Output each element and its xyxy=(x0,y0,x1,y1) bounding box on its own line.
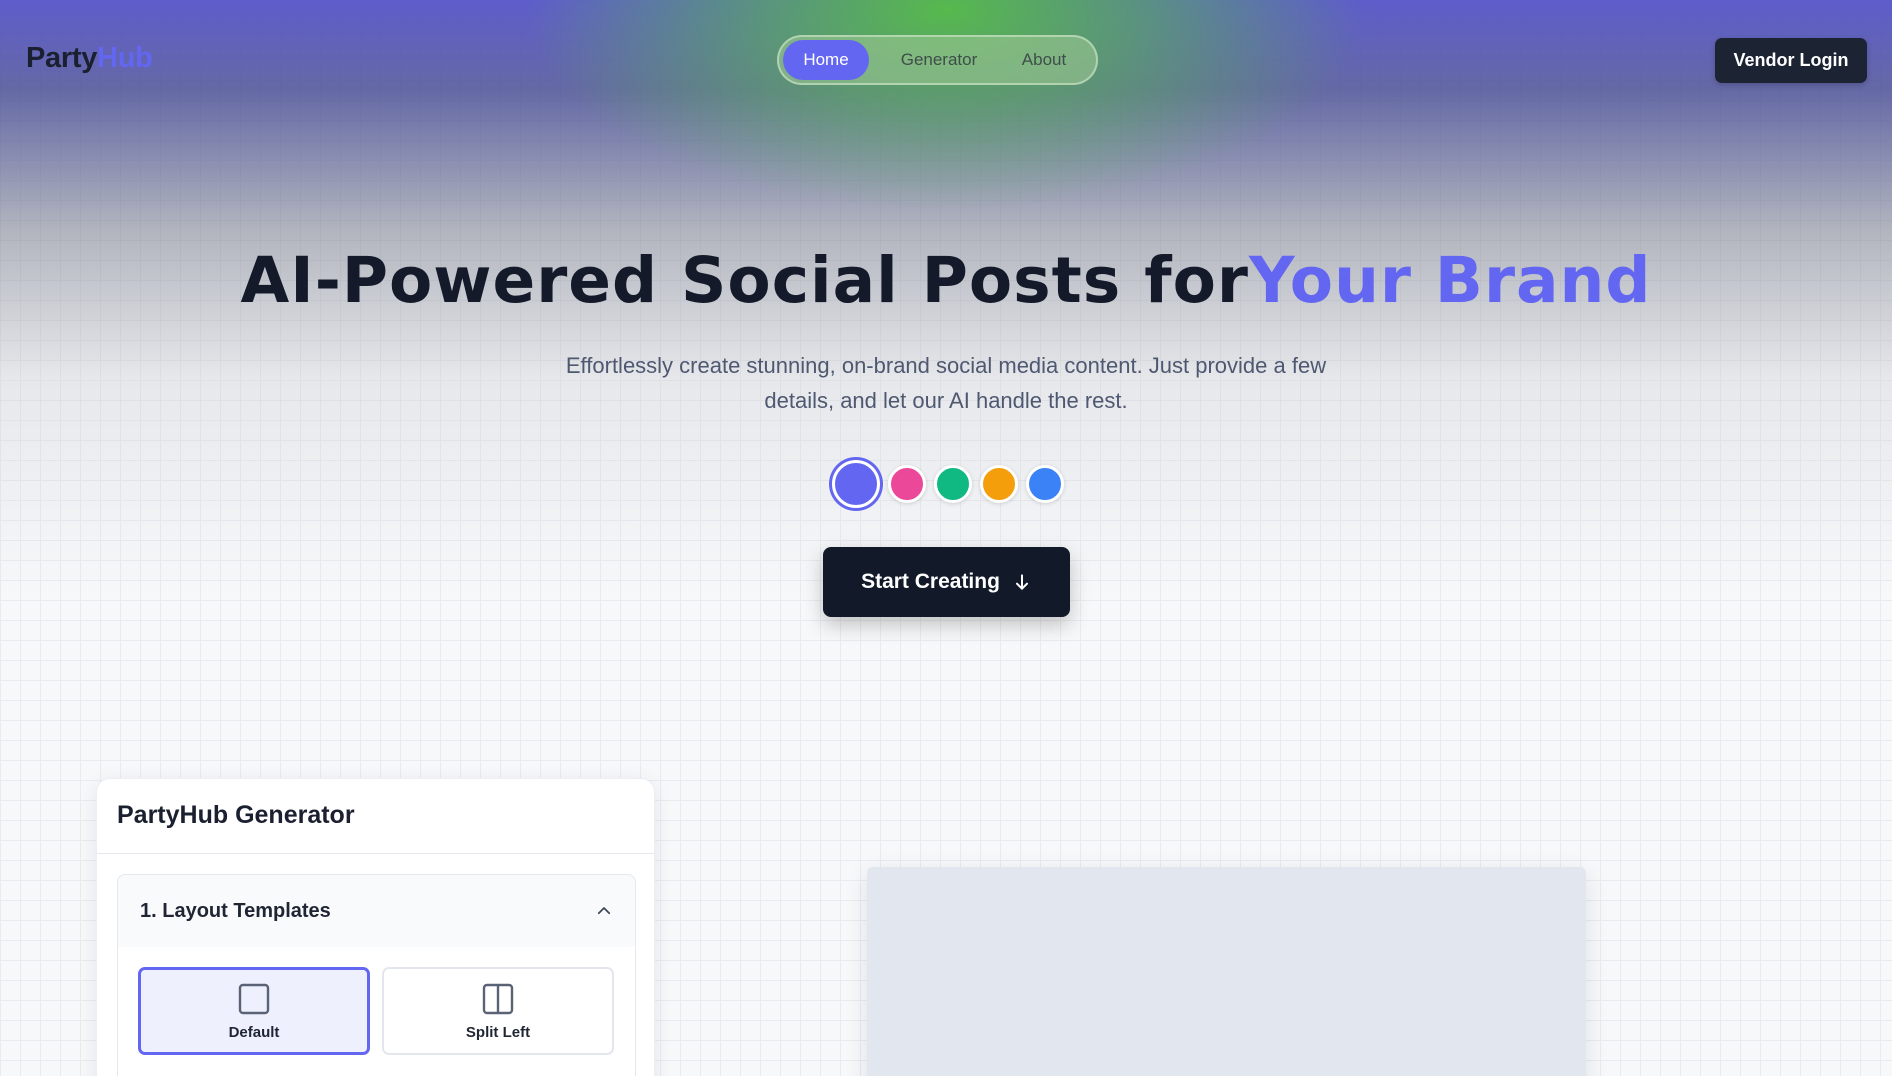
nav-item-generator[interactable]: Generator xyxy=(869,40,1009,80)
hero-title-accent: Your Brand xyxy=(1248,244,1652,317)
main-nav: Home Generator About xyxy=(777,35,1098,85)
hero-subtitle-line2: details, and let our AI handle the rest. xyxy=(764,388,1128,413)
template-default[interactable]: Default xyxy=(138,967,370,1055)
start-creating-button[interactable]: Start Creating xyxy=(823,547,1070,617)
post-preview-area xyxy=(867,867,1586,1076)
split-columns-icon xyxy=(482,983,514,1014)
layout-templates-body: Default Split Left xyxy=(118,947,635,1076)
swatch-pink[interactable] xyxy=(888,465,926,503)
logo[interactable]: PartyHub xyxy=(26,42,153,75)
logo-text-hub: Hub xyxy=(97,42,153,74)
template-split-left-label: Split Left xyxy=(465,1023,531,1041)
generator-title: PartyHub Generator xyxy=(117,801,355,829)
hero-subtitle-line1: Effortlessly create stunning, on-brand s… xyxy=(565,353,1327,378)
hero-title-main: AI-Powered Social Posts for xyxy=(240,244,1249,317)
nav-item-about[interactable]: About xyxy=(1009,40,1079,80)
vendor-login-button[interactable]: Vendor Login xyxy=(1715,38,1867,83)
generator-panel: PartyHub Generator 1. Layout Templates D… xyxy=(96,778,655,1076)
hero-title: AI-Powered Social Posts forYour Brand xyxy=(0,244,1892,317)
arrow-down-icon xyxy=(1015,574,1028,590)
chevron-up-icon[interactable] xyxy=(595,902,613,920)
start-creating-label: Start Creating xyxy=(861,570,1000,593)
logo-text-party: Party xyxy=(26,42,98,74)
swatch-indigo[interactable] xyxy=(832,460,880,508)
layout-templates-title: 1. Layout Templates xyxy=(140,899,331,922)
hero-subtitle: Effortlessly create stunning, on-brand s… xyxy=(546,348,1346,418)
panel-divider xyxy=(97,853,654,854)
layout-templates-header[interactable]: 1. Layout Templates xyxy=(118,875,635,947)
nav-item-home[interactable]: Home xyxy=(783,40,869,80)
template-split-left[interactable]: Split Left xyxy=(382,967,614,1055)
color-swatches xyxy=(832,460,1064,508)
swatch-green[interactable] xyxy=(934,465,972,503)
swatch-amber[interactable] xyxy=(980,465,1018,503)
template-default-label: Default xyxy=(228,1023,280,1041)
square-icon xyxy=(238,983,270,1014)
layout-templates-section: 1. Layout Templates Default Split Left xyxy=(117,874,636,1076)
swatch-blue[interactable] xyxy=(1026,465,1064,503)
hero-background xyxy=(0,0,1892,640)
